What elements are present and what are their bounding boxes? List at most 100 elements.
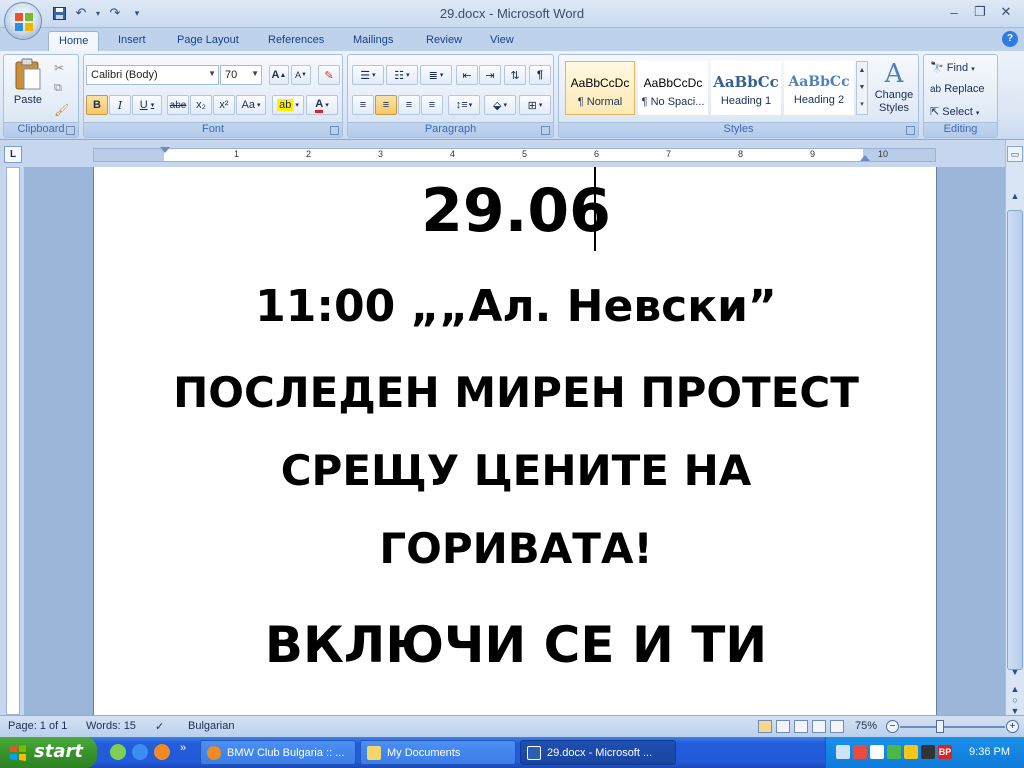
replace-button[interactable]: ab Replace (930, 83, 985, 95)
task-my-documents[interactable]: My Documents (360, 740, 516, 765)
desktop-icon[interactable] (110, 744, 126, 760)
internet-explorer-icon[interactable] (132, 744, 148, 760)
web-layout-icon[interactable] (794, 720, 808, 733)
font-size-field[interactable]: 70 ▼ (220, 65, 262, 85)
bold-button[interactable]: B (86, 95, 108, 115)
page-count[interactable]: Page: 1 of 1 (8, 720, 67, 732)
zoom-slider-track[interactable] (900, 726, 1005, 728)
document-page[interactable]: 29.06 11:00 „„Ал. Невски” ПОСЛЕДЕН МИРЕН… (93, 167, 937, 715)
sort-button[interactable]: ⇅ (504, 65, 526, 85)
grow-font-button[interactable]: A ▲ (269, 65, 289, 85)
clock[interactable]: 9:36 PM (969, 746, 1010, 758)
numbering-icon: ☷ (394, 69, 405, 82)
clipboard-dialog-launcher[interactable] (66, 126, 75, 135)
messenger-icon[interactable] (870, 745, 884, 759)
font-dialog-launcher[interactable] (330, 126, 339, 135)
start-button[interactable]: start (0, 737, 97, 768)
justify-button[interactable]: ≡ (421, 95, 443, 115)
right-indent-marker[interactable] (860, 155, 870, 161)
horizontal-ruler[interactable]: 1 2 3 4 5 6 7 8 9 10 (93, 147, 936, 162)
style-normal[interactable]: AaBbCcDc ¶ Normal (565, 61, 635, 115)
styles-scroll[interactable]: ▲ ▼ ▾ (856, 61, 868, 115)
highlight-button[interactable]: ab ▾ (272, 95, 304, 115)
task-word[interactable]: 29.docx - Microsoft ... (520, 740, 676, 765)
increase-indent-button[interactable]: ⇥ (479, 65, 501, 85)
help-button[interactable]: ? (1002, 31, 1018, 47)
tab-mailings[interactable]: Mailings (343, 31, 403, 51)
cut-icon[interactable]: ✂ (54, 61, 64, 75)
style-heading-2[interactable]: AaBbCc Heading 2 (784, 61, 854, 115)
shading-button[interactable]: ⬙ ▾ (484, 95, 516, 115)
style-heading-1[interactable]: AaBbCc Heading 1 (711, 61, 781, 115)
scroll-down-button[interactable]: ▼ (1007, 664, 1023, 680)
paste-button[interactable]: Paste (10, 57, 46, 117)
vertical-scrollbar[interactable]: ▭ ▲ ▼ ▲ ○ ▼ (1005, 140, 1024, 716)
more-quick-launch-icon[interactable]: » (180, 742, 186, 754)
proofing-icon[interactable]: ✓ (155, 720, 164, 733)
security-icon[interactable] (887, 745, 901, 759)
styles-dialog-launcher[interactable] (906, 126, 915, 135)
tab-selector[interactable]: L (4, 146, 22, 163)
strikethrough-button[interactable]: abe (167, 95, 189, 115)
update-icon[interactable] (904, 745, 918, 759)
language[interactable]: Bulgarian (188, 720, 234, 732)
shrink-font-button[interactable]: A ▼ (291, 65, 311, 85)
superscript-button[interactable]: x² (213, 95, 235, 115)
zoom-in-button[interactable]: + (1006, 720, 1019, 733)
line-spacing-button[interactable]: ↕≡ ▾ (448, 95, 480, 115)
copy-icon[interactable]: ⧉ (54, 82, 62, 95)
minimize-button[interactable]: – (942, 2, 966, 22)
scroll-thumb[interactable] (1007, 210, 1023, 670)
bullets-button[interactable]: ☰ ▾ (352, 65, 384, 85)
ruler-number: 3 (378, 149, 384, 159)
align-right-button[interactable]: ≡ (398, 95, 420, 115)
italic-button[interactable]: I (109, 95, 131, 115)
view-ruler-icon[interactable]: ▭ (1007, 146, 1023, 162)
show-formatting-button[interactable]: ¶ (529, 65, 551, 85)
print-layout-view-icon[interactable] (758, 720, 772, 733)
decrease-indent-button[interactable]: ⇤ (456, 65, 478, 85)
clear-formatting-button[interactable]: ✎ (318, 65, 340, 85)
language-indicator[interactable]: BP (938, 745, 952, 759)
format-painter-icon[interactable]: 🖌 (54, 103, 69, 117)
paragraph-dialog-launcher[interactable] (541, 126, 550, 135)
zoom-slider-thumb[interactable] (936, 720, 944, 733)
tab-insert[interactable]: Insert (108, 31, 156, 51)
full-screen-reading-icon[interactable] (776, 720, 790, 733)
underline-button[interactable]: U ▾ (132, 95, 162, 115)
vertical-ruler[interactable] (6, 167, 20, 715)
scroll-up-button[interactable]: ▲ (1007, 188, 1023, 204)
style-no-spacing[interactable]: AaBbCcDc ¶ No Spaci... (638, 61, 708, 115)
task-firefox[interactable]: BMW Club Bulgaria :: ... (200, 740, 356, 765)
zoom-out-button[interactable]: − (886, 720, 899, 733)
zoom-level[interactable]: 75% (855, 720, 877, 732)
subscript-button[interactable]: x₂ (190, 95, 212, 115)
outline-view-icon[interactable] (812, 720, 826, 733)
align-center-button[interactable]: ≡ (375, 95, 397, 115)
word-count[interactable]: Words: 15 (86, 720, 136, 732)
change-case-button[interactable]: Aa ▾ (236, 95, 266, 115)
find-button[interactable]: 🔭 Find ▾ (930, 61, 975, 74)
multilevel-list-button[interactable]: ≣ ▾ (420, 65, 452, 85)
font-color-button[interactable]: A ▾ (306, 95, 338, 115)
first-line-indent-marker[interactable] (160, 147, 170, 153)
firefox-icon[interactable] (154, 744, 170, 760)
align-left-button[interactable]: ≡ (352, 95, 374, 115)
restore-button[interactable]: ❐ (968, 2, 992, 22)
font-name-field[interactable]: Calibri (Body) ▼ (86, 65, 219, 85)
tab-home[interactable]: Home (48, 31, 100, 51)
tab-view[interactable]: View (480, 31, 524, 51)
select-button[interactable]: ⇱ Select ▾ (930, 105, 979, 118)
network-icon[interactable] (836, 745, 850, 759)
numbering-button[interactable]: ☷ ▾ (386, 65, 418, 85)
tab-references[interactable]: References (258, 31, 334, 51)
change-styles-button[interactable]: A Change Styles (871, 59, 917, 119)
draft-view-icon[interactable] (830, 720, 844, 733)
borders-button[interactable]: ⊞ ▾ (519, 95, 551, 115)
tab-review[interactable]: Review (416, 31, 472, 51)
display-icon[interactable] (921, 745, 935, 759)
office-button[interactable] (4, 2, 42, 40)
close-button[interactable]: ✕ (994, 2, 1018, 22)
tab-page-layout[interactable]: Page Layout (167, 31, 249, 51)
antivirus-icon[interactable] (853, 745, 867, 759)
